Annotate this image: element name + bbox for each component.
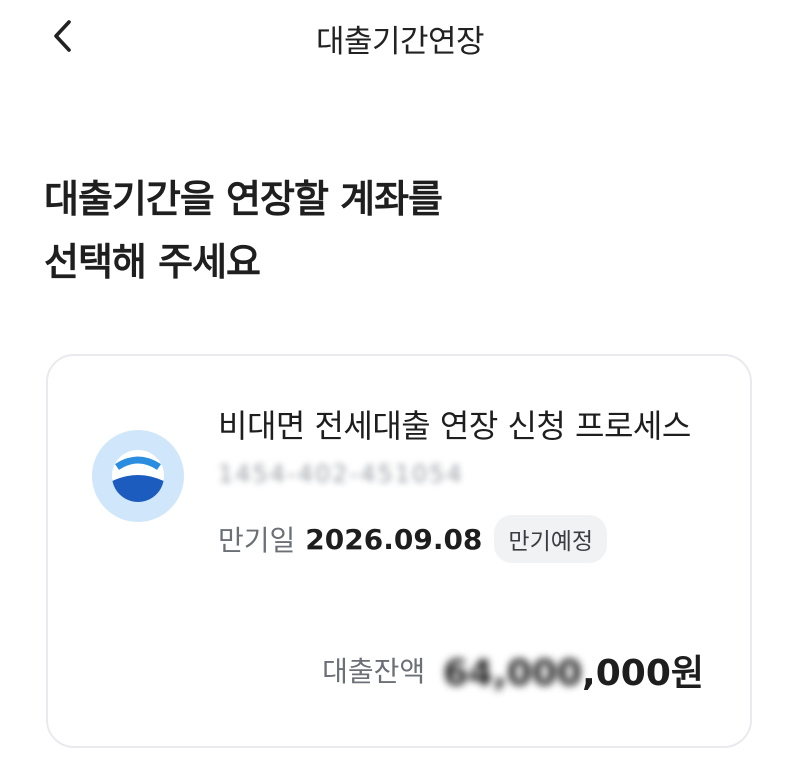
account-number: 1454-402-451054 xyxy=(218,460,464,488)
product-name: 비대면 전세대출 연장 신청 프로세스 xyxy=(218,407,691,445)
balance-masked-digits: 64,000 xyxy=(443,653,583,694)
balance-amount: 64,000 ,000원 xyxy=(443,644,704,696)
app-header: 대출기간연장 xyxy=(0,0,800,74)
page-heading: 대출기간을 연장할 계좌를 선택해 주세요 xyxy=(44,168,744,294)
maturity-date: 2026.09.08 xyxy=(305,522,483,556)
maturity-label: 만기일 xyxy=(218,524,296,557)
balance-label: 대출잔액 xyxy=(322,655,426,688)
maturity-row: 만기일 2026.09.08 만기예정 xyxy=(218,514,708,564)
heading-line-2: 선택해 주세요 xyxy=(44,240,261,284)
balance-visible-digits: ,000원 xyxy=(582,653,704,694)
bank-emblem xyxy=(112,450,164,502)
balance-row: 대출잔액 64,000 ,000원 xyxy=(322,644,704,696)
page-title: 대출기간연장 xyxy=(315,24,485,60)
loan-account-card[interactable]: 비대면 전세대출 연장 신청 프로세스 1454-402-451054 만기일 … xyxy=(46,354,752,748)
bank-logo-icon xyxy=(92,430,184,522)
heading-line-1: 대출기간을 연장할 계좌를 xyxy=(44,177,443,221)
status-badge: 만기예정 xyxy=(494,515,608,563)
account-info: 비대면 전세대출 연장 신청 프로세스 1454-402-451054 만기일 … xyxy=(218,400,708,564)
